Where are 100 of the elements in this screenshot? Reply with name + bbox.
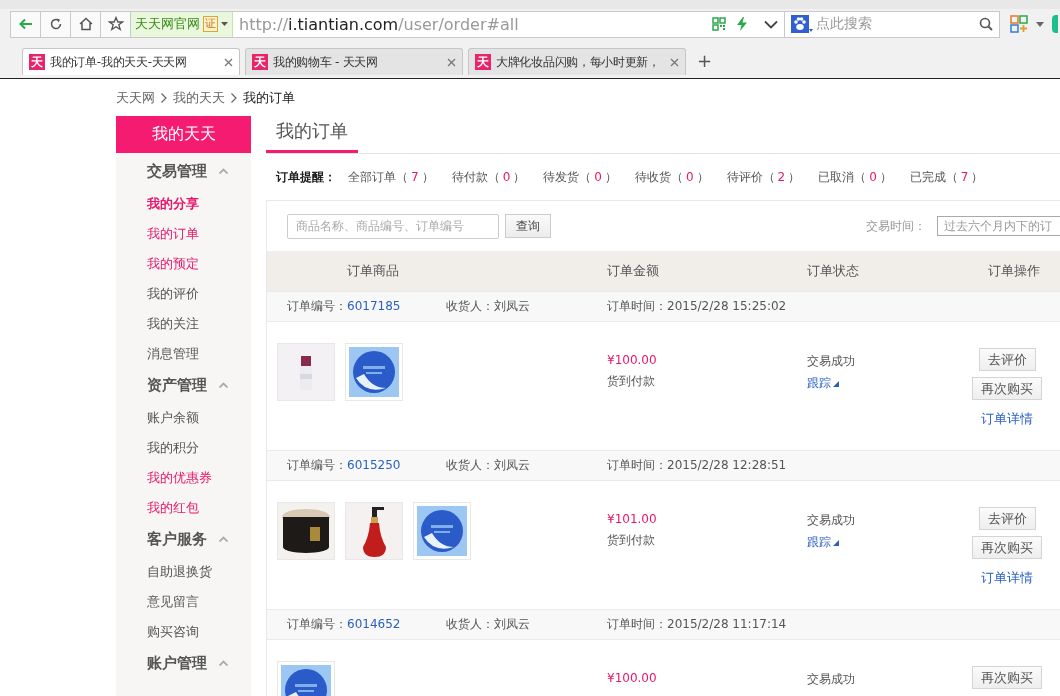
sidebar-item[interactable]: 消息管理	[116, 339, 203, 369]
back-button[interactable]	[10, 10, 40, 38]
sidebar-item[interactable]: 自助退换货	[116, 557, 216, 587]
sidebar-group-header[interactable]: 账户管理	[116, 647, 234, 679]
action-button[interactable]: 去评价	[978, 348, 1036, 371]
track-link[interactable]: 跟踪	[807, 375, 839, 392]
browser-tab[interactable]: 天 我的订单-我的天天-天天网	[22, 48, 240, 75]
tab-title: 我的购物车 - 天天网	[273, 53, 379, 71]
sidebar-item[interactable]: 我的关注	[116, 309, 203, 339]
payment-method: 货到付款	[607, 532, 655, 549]
order-amount: ¥100.00	[607, 671, 657, 685]
column-header: 订单金额	[607, 262, 659, 280]
receiver: 收货人：刘凤云	[446, 457, 531, 474]
search-placeholder: 点此搜索	[816, 15, 873, 33]
caret-up-icon	[219, 382, 228, 388]
browser-tab[interactable]: 天 大牌化妆品闪购，每小时更新，	[468, 48, 686, 75]
star-button[interactable]	[100, 10, 130, 38]
sidebar-item[interactable]: 我的预定	[116, 249, 203, 279]
close-icon[interactable]	[447, 57, 456, 67]
sidebar-title[interactable]: 我的天天	[116, 116, 251, 153]
order-time: 订单时间：2015/2/28 11:17:14	[607, 616, 787, 633]
close-icon[interactable]	[224, 57, 233, 67]
filter-link[interactable]: 全部订单（ 7 ）	[348, 168, 434, 186]
sidebar-item[interactable]: 我的优惠券	[116, 463, 216, 493]
column-header: 订单操作	[988, 262, 1040, 280]
star-icon	[107, 16, 124, 32]
apps-icon[interactable]	[1010, 15, 1028, 33]
triangle-icon	[833, 380, 839, 387]
action-button[interactable]: 去评价	[978, 507, 1036, 530]
sidebar-item[interactable]: 我的订单	[116, 219, 203, 249]
order-number: 订单编号：6015250	[287, 457, 402, 474]
sidebar-item[interactable]: 我的评价	[116, 279, 203, 309]
favicon: 天	[475, 54, 491, 70]
date-filter-label: 交易时间：	[866, 217, 926, 235]
sidebar-item[interactable]: 我的红包	[116, 493, 203, 523]
sidebar-group-header[interactable]: 交易管理	[116, 155, 234, 187]
action-button[interactable]: 再次购买	[972, 536, 1042, 559]
close-icon[interactable]	[670, 57, 679, 67]
filter-link[interactable]: 待评价（ 2 ）	[726, 168, 801, 186]
qr-code-icon[interactable]	[712, 17, 726, 31]
product-thumbnail[interactable]	[413, 502, 471, 560]
sidebar-item[interactable]: 意见留言	[116, 587, 203, 617]
filter-label: 订单提醒：	[276, 168, 336, 186]
track-link[interactable]: 跟踪	[807, 534, 839, 551]
url-field[interactable]: http://i.tiantian.com/user/order#all	[233, 14, 712, 34]
site-badge[interactable]: 天天网官网 证	[131, 11, 233, 37]
browser-tab[interactable]: 天 我的购物车 - 天天网	[245, 48, 463, 75]
payment-method: 货到付款	[607, 373, 655, 390]
order-number: 订单编号：6017185	[287, 298, 402, 315]
filter-link[interactable]: 待收货（ 0 ）	[634, 168, 709, 186]
search-icon[interactable]	[979, 17, 993, 31]
chevron-right-icon	[161, 92, 167, 103]
product-thumbnail[interactable]	[345, 502, 403, 560]
sidebar-item[interactable]: 我的积分	[116, 433, 203, 463]
group-label: 交易管理	[147, 161, 207, 181]
sidebar-group-header[interactable]: 客户服务	[116, 523, 234, 555]
action-button[interactable]: 再次购买	[972, 377, 1042, 400]
group-label: 客户服务	[147, 529, 207, 549]
sidebar-item[interactable]: 账户余额	[116, 403, 203, 433]
sidebar-item[interactable]: 我的分享	[116, 189, 203, 219]
product-thumbnail[interactable]	[277, 502, 335, 560]
column-header: 订单商品	[347, 262, 399, 280]
home-button[interactable]	[70, 10, 100, 38]
sidebar-group-header[interactable]: 资产管理	[116, 369, 234, 401]
order-amount: ¥101.00	[607, 512, 657, 526]
product-thumbnail[interactable]	[277, 343, 335, 401]
order-number: 订单编号：6014652	[287, 616, 402, 633]
caret-up-icon	[219, 536, 228, 542]
refresh-button[interactable]	[40, 10, 70, 38]
order-amount: ¥100.00	[607, 353, 657, 367]
tab-title: 大牌化妆品闪购，每小时更新，	[496, 53, 661, 71]
order-status: 交易成功	[807, 512, 855, 529]
certificate-badge: 证	[203, 16, 218, 32]
order-details-link[interactable]: 订单详情	[981, 410, 1033, 428]
filter-link[interactable]: 已取消（ 0 ）	[818, 168, 892, 186]
breadcrumb-link[interactable]: 我的天天	[173, 88, 225, 107]
caret-up-icon	[219, 168, 228, 174]
chevron-down-icon[interactable]	[764, 19, 778, 29]
filter-link[interactable]: 待发货（ 0 ）	[543, 168, 617, 186]
order-status: 交易成功	[807, 353, 855, 370]
site-name: 天天网官网	[135, 15, 200, 33]
product-thumbnail[interactable]	[345, 343, 403, 401]
triangle-icon	[833, 539, 839, 546]
new-tab-button[interactable]: +	[691, 50, 719, 71]
order-details-link[interactable]: 订单详情	[981, 569, 1033, 587]
search-button[interactable]: 查询	[505, 214, 551, 238]
order-time: 订单时间：2015/2/28 12:28:51	[607, 457, 787, 474]
filter-link[interactable]: 待付款（ 0 ）	[451, 168, 526, 186]
breadcrumb-link[interactable]: 天天网	[116, 88, 155, 107]
breadcrumb-link[interactable]: 我的订单	[243, 88, 295, 107]
dropdown-arrow-icon	[221, 22, 228, 26]
dropdown-arrow-icon[interactable]	[1036, 21, 1044, 27]
receiver: 收货人：刘凤云	[446, 298, 531, 315]
favicon: 天	[252, 54, 268, 70]
order-time: 订单时间：2015/2/28 15:25:02	[607, 298, 787, 315]
sidebar-item[interactable]: 购买咨询	[116, 617, 203, 647]
page-title: 我的订单	[266, 116, 358, 153]
filter-link[interactable]: 已完成（ 7 ）	[909, 168, 984, 186]
action-button[interactable]: 再次购买	[972, 666, 1042, 689]
lightning-icon[interactable]	[736, 17, 748, 31]
